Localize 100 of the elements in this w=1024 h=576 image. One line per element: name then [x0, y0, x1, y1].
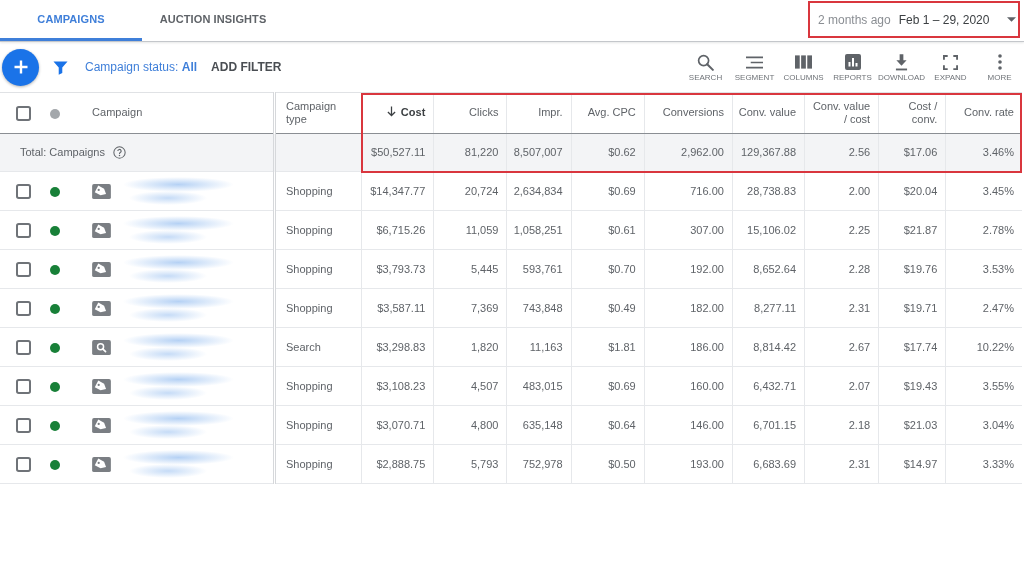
checkbox[interactable] — [15, 262, 31, 278]
caret-down-icon — [1007, 17, 1017, 22]
table-cell: Shopping — [274, 366, 362, 406]
table-cell: 5,793 — [433, 444, 507, 484]
segment-tool-button[interactable]: SEGMENT — [730, 51, 779, 83]
table-cell: 3.55% — [945, 366, 1022, 406]
table-cell: $0.69 — [571, 171, 645, 211]
column-header[interactable]: Impr. — [506, 92, 572, 134]
status-filter-link[interactable]: Campaign status: All — [85, 58, 198, 76]
table-cell: 160.00 — [644, 366, 733, 406]
sort-arrow-icon — [386, 106, 396, 118]
expand-tool-button[interactable]: EXPAND — [926, 51, 975, 83]
columns-icon — [795, 55, 812, 69]
table-cell: Shopping — [274, 249, 362, 289]
table-cell: $6,715.26 — [361, 210, 434, 250]
table-cell: 2.07 — [804, 366, 879, 406]
column-header[interactable]: Conv. rate — [945, 92, 1022, 134]
table-cell: Shopping — [274, 444, 362, 484]
tab[interactable]: CAMPAIGNS — [0, 0, 142, 41]
column-header[interactable]: Clicks — [433, 92, 507, 134]
table-cell: 6,701.15 — [732, 405, 805, 445]
table-cell: 2.67 — [804, 327, 879, 367]
table-cell: $1.81 — [571, 327, 645, 367]
table-cell: 3.04% — [945, 405, 1022, 445]
search-tool-button[interactable]: SEARCH — [681, 51, 730, 83]
table-cell: 2,634,834 — [506, 171, 572, 211]
date-range-button[interactable]: Feb 1 – 29, 2020 — [898, 10, 1021, 29]
download-tool-button[interactable]: DOWNLOAD — [877, 51, 926, 83]
table-cell: 129,367.88 — [732, 133, 805, 172]
table-cell: $19.43 — [878, 366, 946, 406]
table-cell: 2.31 — [804, 444, 879, 484]
table-cell: 3.46% — [945, 133, 1022, 172]
checkbox[interactable] — [15, 223, 31, 239]
status-dot-icon — [50, 108, 61, 119]
column-header[interactable]: Campaign type — [274, 92, 362, 134]
table-cell: 743,848 — [506, 288, 572, 328]
table-cell: 4,507 — [433, 366, 507, 406]
table-cell: Shopping — [274, 288, 362, 328]
table-cell: 1,820 — [433, 327, 507, 367]
table-cell: $0.69 — [571, 366, 645, 406]
column-header[interactable]: Avg. CPC — [571, 92, 645, 134]
tag-icon — [92, 417, 112, 433]
table-cell: 146.00 — [644, 405, 733, 445]
checkbox[interactable] — [15, 301, 31, 317]
search-icon — [92, 339, 112, 355]
add-button[interactable] — [2, 48, 39, 86]
table-cell: 716.00 — [644, 171, 733, 211]
table-cell: 11,163 — [506, 327, 572, 367]
tag-icon — [92, 300, 112, 316]
table-cell: 2,962.00 — [644, 133, 733, 172]
table-cell: 2.25 — [804, 210, 879, 250]
table-cell: 2.00 — [804, 171, 879, 211]
tab[interactable]: AUCTION INSIGHTS — [142, 0, 284, 41]
checkbox[interactable] — [15, 418, 31, 434]
table-cell: 635,148 — [506, 405, 572, 445]
table-cell: 7,369 — [433, 288, 507, 328]
columns-tool-button[interactable]: COLUMNS — [779, 51, 828, 83]
filter-icon[interactable] — [53, 59, 68, 75]
more-tool-button[interactable]: MORE — [975, 51, 1024, 83]
column-header[interactable]: Conv. value — [732, 92, 805, 134]
table-cell: $17.06 — [878, 133, 946, 172]
table-cell: 8,814.42 — [732, 327, 805, 367]
checkbox[interactable] — [15, 457, 31, 473]
table-cell: $14.97 — [878, 444, 946, 484]
table-cell: $3,298.83 — [361, 327, 434, 367]
table-cell: 8,652.64 — [732, 249, 805, 289]
column-header[interactable]: Conversions — [644, 92, 733, 134]
table-cell: 5,445 — [433, 249, 507, 289]
checkbox[interactable] — [15, 340, 31, 356]
total-label: Total: Campaigns — [20, 145, 105, 161]
checkbox[interactable] — [15, 105, 31, 121]
table-cell: 81,220 — [433, 133, 507, 172]
table-cell: 186.00 — [644, 327, 733, 367]
table-cell: 6,432.71 — [732, 366, 805, 406]
table-cell: 752,978 — [506, 444, 572, 484]
table-cell: $19.76 — [878, 249, 946, 289]
column-header[interactable]: Conv. value / cost — [804, 92, 879, 134]
table-cell: 307.00 — [644, 210, 733, 250]
table-cell: $14,347.77 — [361, 171, 434, 211]
checkbox[interactable] — [15, 379, 31, 395]
column-header[interactable]: Cost / conv. — [878, 92, 946, 134]
column-header[interactable]: Cost — [361, 92, 434, 134]
table-cell: 15,106.02 — [732, 210, 805, 250]
table-cell: $0.64 — [571, 405, 645, 445]
table-cell: 3.53% — [945, 249, 1022, 289]
table-cell: $2,888.75 — [361, 444, 434, 484]
table-cell: 3.45% — [945, 171, 1022, 211]
table-cell: $0.49 — [571, 288, 645, 328]
help-icon[interactable] — [113, 146, 126, 159]
table-cell: 483,015 — [506, 366, 572, 406]
download-icon — [895, 53, 908, 71]
reports-tool-button[interactable]: REPORTS — [828, 51, 877, 83]
add-filter-button[interactable]: ADD FILTER — [209, 56, 284, 78]
table-cell: 8,507,007 — [506, 133, 572, 172]
table-cell: $0.50 — [571, 444, 645, 484]
table-cell: 2.78% — [945, 210, 1022, 250]
table-cell: 2.18 — [804, 405, 879, 445]
checkbox[interactable] — [15, 184, 31, 200]
table-cell: Shopping — [274, 210, 362, 250]
plus-icon — [13, 60, 28, 74]
